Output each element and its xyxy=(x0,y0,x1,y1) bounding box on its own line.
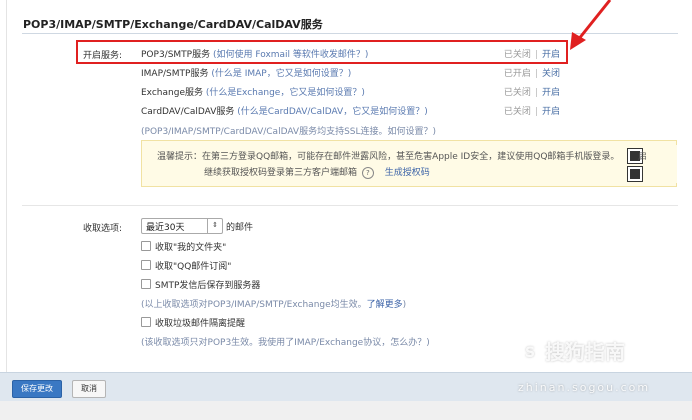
separator: | xyxy=(534,69,538,79)
checkbox[interactable] xyxy=(141,241,151,251)
tip-line-2: 继续获取授权码登录第三方客户端邮箱 ? 生成授权码 xyxy=(204,165,430,179)
security-tip-box: 温馨提示：在第三方登录QQ邮箱，可能存在邮件泄露风险，甚至危害Apple ID安… xyxy=(141,140,677,187)
checkbox[interactable] xyxy=(141,317,151,327)
service-status-imap: 已开启 | 关闭 xyxy=(504,66,560,79)
separator: | xyxy=(534,107,538,117)
service-help-link[interactable]: (什么是Exchange，它又是如何设置？) xyxy=(206,88,365,98)
note-text: (以上收取选项对POP3/IMAP/SMTP/Exchange均生效。 xyxy=(141,300,367,310)
option-smtp-save[interactable]: SMTP发信后保存到服务器 xyxy=(141,278,260,291)
service-name: CardDAV/CalDAV服务 xyxy=(141,107,235,117)
option-label: 收取"我的文件夹" xyxy=(155,243,227,253)
status-text: 已开启 xyxy=(503,69,531,79)
toggle-link-exchange[interactable]: 开启 xyxy=(542,88,560,98)
service-status-exchange: 已关闭 | 开启 xyxy=(504,85,560,98)
toggle-link-imap[interactable]: 关闭 xyxy=(542,69,560,79)
select-value: 最近30天 xyxy=(146,223,185,233)
service-name: IMAP/SMTP服务 xyxy=(141,69,209,79)
fade-overlay xyxy=(642,145,677,183)
option-label: 收取"QQ邮件订阅" xyxy=(155,262,232,272)
service-row-imap: IMAP/SMTP服务 (什么是 IMAP，它又是如何设置？) xyxy=(141,66,351,79)
service-row-exchange: Exchange服务 (什么是Exchange，它又是如何设置？) xyxy=(141,85,365,98)
option-label: 收取垃圾邮件隔离提醒 xyxy=(155,319,246,329)
receive-note-1: (以上收取选项对POP3/IMAP/SMTP/Exchange均生效。了解更多) xyxy=(141,297,406,310)
tip-line-2-text: 继续获取授权码登录第三方客户端邮箱 xyxy=(204,168,358,178)
service-row-caldav: CardDAV/CalDAV服务 (什么是CardDAV/CalDAV，它又是如… xyxy=(141,104,428,117)
cancel-button[interactable]: 取消 xyxy=(72,380,106,398)
status-text: 已关闭 xyxy=(503,107,531,117)
ssl-note-link[interactable]: (POP3/IMAP/SMTP/CardDAV/CalDAV服务均支持SSL连接… xyxy=(141,124,436,137)
settings-panel: POP3/IMAP/SMTP/Exchange/CardDAV/CalDAV服务… xyxy=(0,0,692,372)
receive-note-2-link[interactable]: (该收取选项只对POP3生效。我使用了IMAP/Exchange协议，怎么办？) xyxy=(141,335,430,348)
section-title: POP3/IMAP/SMTP/Exchange/CardDAV/CalDAV服务 xyxy=(23,18,323,31)
service-name: Exchange服务 xyxy=(141,88,203,98)
section-divider xyxy=(22,205,678,206)
service-help-link[interactable]: (什么是CardDAV/CalDAV，它又是如何设置？) xyxy=(237,107,427,117)
status-text: 已关闭 xyxy=(503,88,531,98)
checkbox[interactable] xyxy=(141,260,151,270)
save-button[interactable]: 保存更改 xyxy=(12,380,62,398)
sogou-logo-icon: S xyxy=(518,341,542,365)
note-end: ) xyxy=(402,300,407,310)
generate-auth-code-link[interactable]: 生成授权码 xyxy=(385,168,430,178)
receive-range-select[interactable]: 最近30天 ⇕ xyxy=(141,218,223,234)
toggle-link-caldav[interactable]: 开启 xyxy=(542,107,560,117)
receive-label: 收取选项: xyxy=(82,224,122,234)
question-icon[interactable]: ? xyxy=(361,167,374,179)
panel-border xyxy=(6,0,7,372)
watermark-text: 搜狗指南 xyxy=(545,340,625,364)
watermark-url: zhinan.sogou.com xyxy=(518,381,651,394)
annotation-arrow-icon xyxy=(570,0,612,50)
learn-more-link[interactable]: 了解更多 xyxy=(367,300,403,310)
service-help-link[interactable]: (什么是 IMAP，它又是如何设置？) xyxy=(211,69,351,79)
option-qq-subscription[interactable]: 收取"QQ邮件订阅" xyxy=(141,259,231,272)
option-label: SMTP发信后保存到服务器 xyxy=(155,281,261,291)
option-junk-reminder[interactable]: 收取垃圾邮件隔离提醒 xyxy=(141,316,245,329)
select-arrow-icon: ⇕ xyxy=(207,219,222,233)
option-my-folders[interactable]: 收取"我的文件夹" xyxy=(141,240,226,253)
select-suffix: 的邮件 xyxy=(226,223,254,233)
service-status-caldav: 已关闭 | 开启 xyxy=(504,104,560,117)
highlight-box xyxy=(76,40,568,64)
separator: | xyxy=(534,88,538,98)
tip-line-1: 温馨提示：在第三方登录QQ邮箱，可能存在邮件泄露风险，甚至危害Apple ID安… xyxy=(157,152,620,162)
checkbox[interactable] xyxy=(141,279,151,289)
watermark-logo: S 搜狗指南 xyxy=(518,336,625,365)
